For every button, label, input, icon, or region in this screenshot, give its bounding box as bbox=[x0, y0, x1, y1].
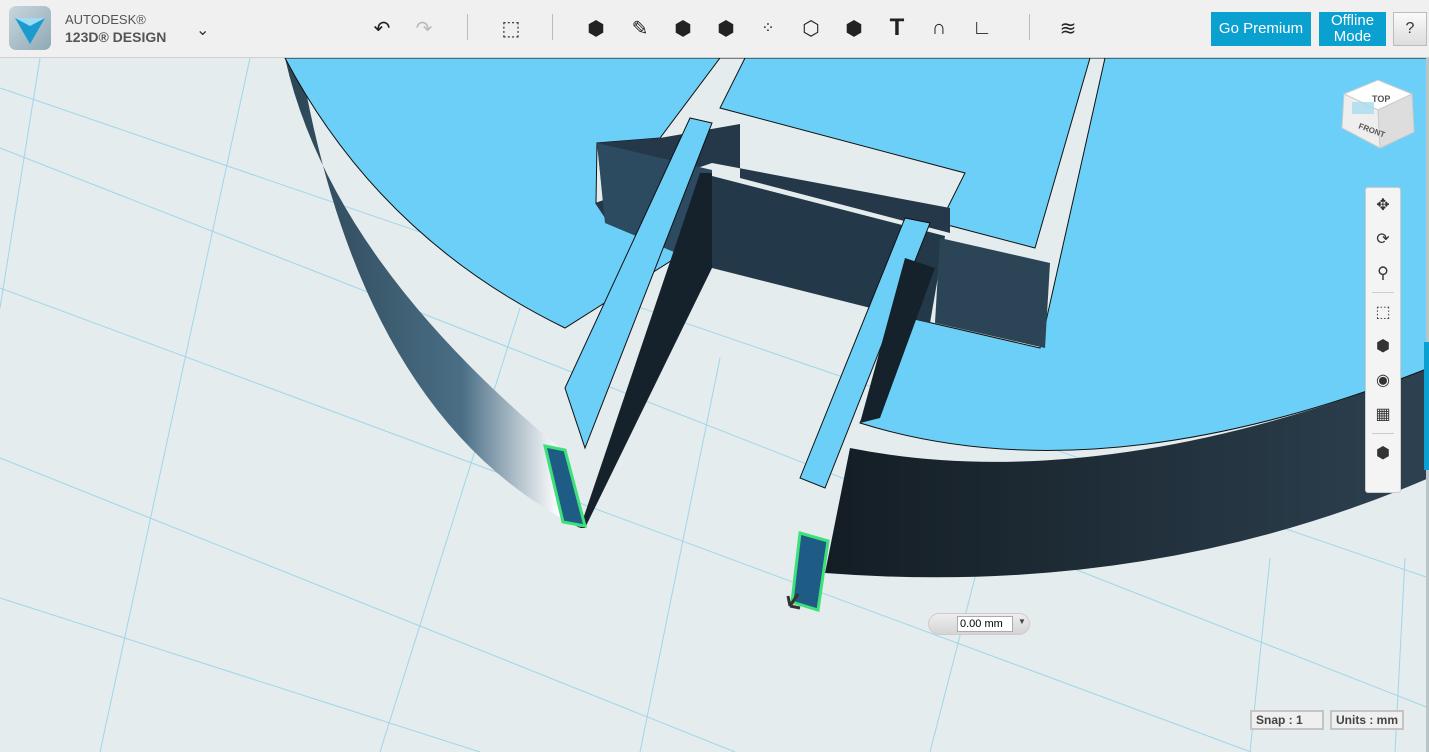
divider bbox=[467, 14, 468, 40]
primitives-icon[interactable]: ⬢ bbox=[582, 14, 610, 42]
units-status[interactable]: Units : mm bbox=[1330, 710, 1404, 730]
modify-icon[interactable]: ⬢ bbox=[712, 14, 740, 42]
dimension-dropdown-icon[interactable]: ▼ bbox=[1018, 617, 1026, 626]
side-panel-tab[interactable] bbox=[1424, 342, 1429, 470]
main-menu-chevron-icon[interactable]: ⌄ bbox=[196, 20, 209, 40]
view-cube[interactable]: TOP FRONT bbox=[1338, 76, 1418, 152]
combine-icon[interactable]: ⬢ bbox=[840, 14, 868, 42]
top-toolbar: AUTODESK® 123D® DESIGN ⌄ ↶ ↷ ⬚ ⬢ ✎ ⬢ ⬢ ⁘… bbox=[0, 0, 1429, 58]
orbit-icon[interactable]: ⟳ bbox=[1366, 222, 1400, 256]
app-logo[interactable] bbox=[9, 6, 51, 50]
sketch-icon[interactable]: ✎ bbox=[626, 14, 654, 42]
offline-mode-button[interactable]: Offline Mode bbox=[1319, 12, 1386, 46]
navigation-toolbar: ✥ ⟳ ⚲ ⬚ ⬢ ◉ ▦ ⬢ bbox=[1365, 187, 1401, 493]
viewcube-top-label[interactable]: TOP bbox=[1372, 94, 1390, 104]
materials-icon[interactable]: ≋ bbox=[1054, 14, 1082, 42]
divider bbox=[1372, 433, 1394, 434]
divider bbox=[1029, 14, 1030, 40]
snap-magnet-icon[interactable]: ∩ bbox=[925, 14, 953, 42]
text-tool-icon[interactable]: T bbox=[883, 14, 911, 42]
zoom-icon[interactable]: ⚲ bbox=[1366, 256, 1400, 290]
measure-icon[interactable]: ∟ bbox=[968, 14, 996, 42]
pan-icon[interactable]: ✥ bbox=[1366, 188, 1400, 222]
help-button[interactable]: ? bbox=[1393, 12, 1427, 46]
material-icon[interactable]: ⬢ bbox=[1366, 436, 1400, 470]
views-icon[interactable]: ⬢ bbox=[1366, 329, 1400, 363]
undo-icon[interactable]: ↶ bbox=[368, 14, 396, 42]
redo-icon[interactable]: ↷ bbox=[410, 14, 438, 42]
transform-icon[interactable]: ⬚ bbox=[497, 14, 525, 42]
view-cube-icon bbox=[1338, 76, 1418, 152]
construct-icon[interactable]: ⬢ bbox=[669, 14, 697, 42]
brand-product: 123D® DESIGN bbox=[65, 29, 166, 45]
divider bbox=[1372, 292, 1394, 293]
divider bbox=[552, 14, 553, 40]
selected-face-right[interactable] bbox=[792, 533, 828, 610]
visibility-eye-icon[interactable]: ◉ bbox=[1366, 363, 1400, 397]
dimension-input[interactable] bbox=[957, 616, 1013, 632]
fit-icon[interactable]: ⬚ bbox=[1366, 295, 1400, 329]
3d-viewport[interactable] bbox=[0, 58, 1429, 752]
snap-status[interactable]: Snap : 1 bbox=[1250, 710, 1324, 730]
dimension-input-widget: ▼ bbox=[928, 613, 1030, 635]
grouping-icon[interactable]: ⬡ bbox=[797, 14, 825, 42]
grid-material-icon[interactable]: ▦ bbox=[1366, 397, 1400, 431]
logo-triangle-icon bbox=[9, 6, 51, 50]
brand-autodesk: AUTODESK® bbox=[65, 12, 146, 27]
go-premium-button[interactable]: Go Premium bbox=[1211, 12, 1311, 46]
pattern-icon[interactable]: ⁘ bbox=[754, 14, 782, 42]
